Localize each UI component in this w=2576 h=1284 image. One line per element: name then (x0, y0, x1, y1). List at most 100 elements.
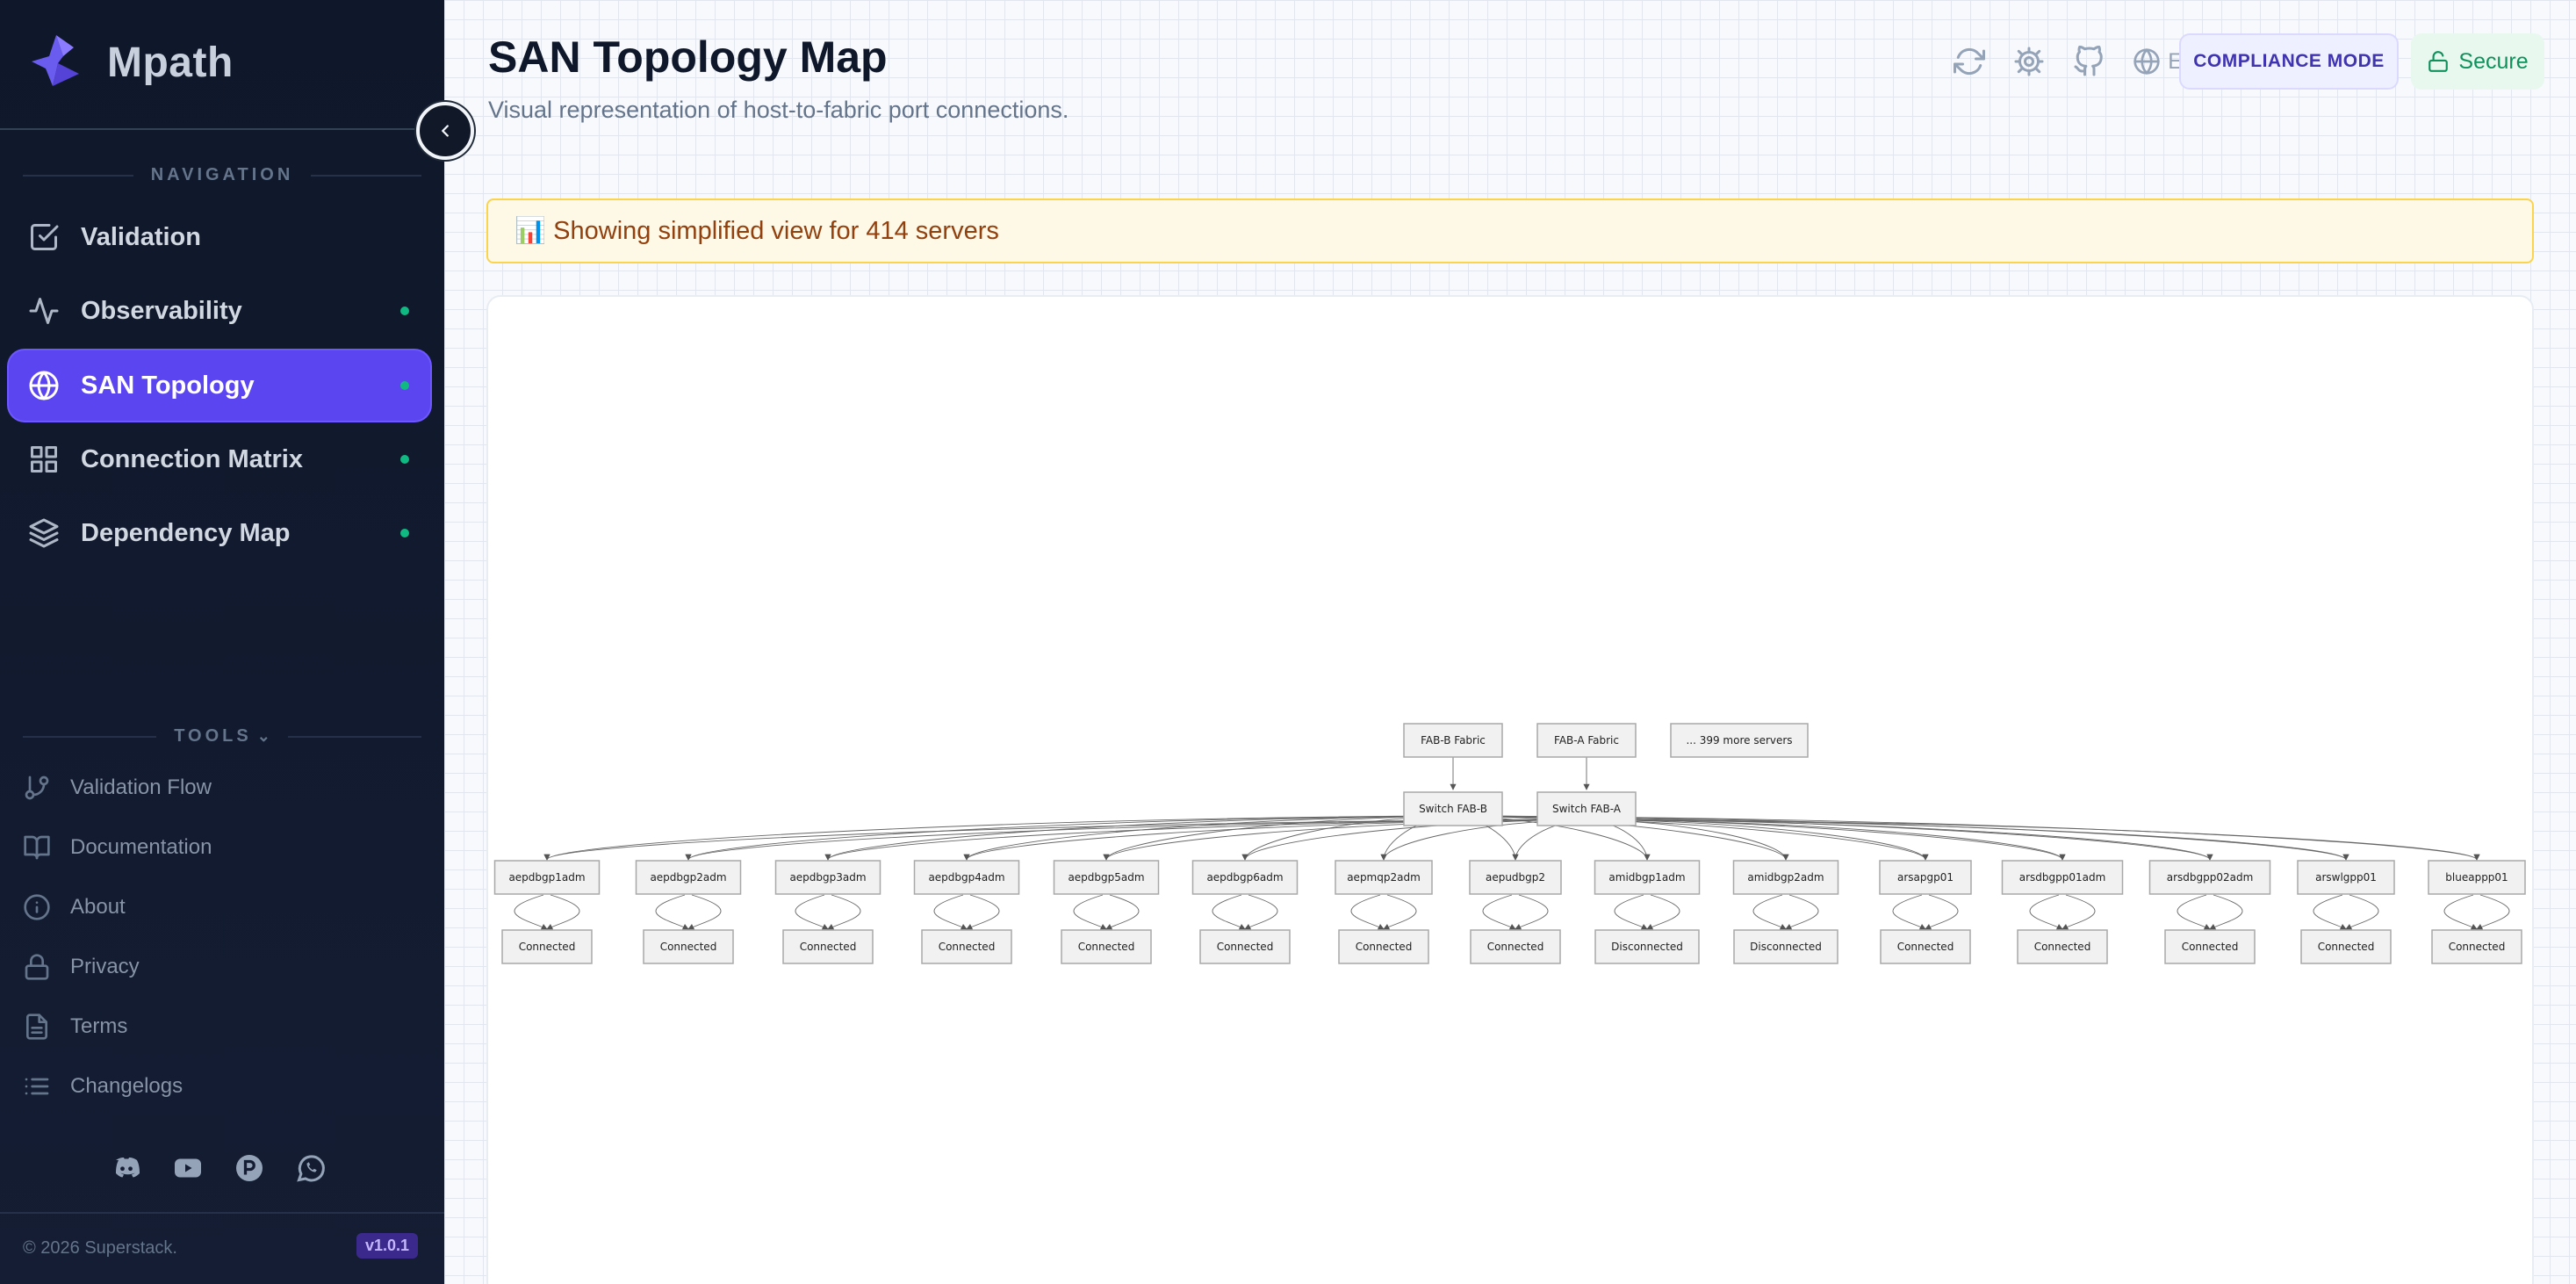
settings-icon[interactable] (2013, 46, 2045, 77)
tool-terms[interactable]: Terms (23, 1005, 409, 1049)
more-servers-node[interactable]: ... 399 more servers (1670, 723, 1809, 758)
server-node[interactable]: blueappp01 (2428, 860, 2526, 895)
node-label: Connected (2318, 941, 2375, 953)
status-node[interactable]: Connected (1338, 929, 1429, 964)
tool-label: About (70, 895, 126, 919)
status-node[interactable]: Connected (1880, 929, 1971, 964)
tool-changelogs[interactable]: Changelogs (23, 1064, 409, 1108)
server-node[interactable]: arsdbgpp01adm (2001, 860, 2124, 895)
node-label: Connected (1356, 941, 1413, 953)
server-node[interactable]: aepudbgp2 (1469, 860, 1562, 895)
server-node[interactable]: aepmqp2adm (1335, 860, 1433, 895)
server-node[interactable]: amidbgp2adm (1732, 860, 1839, 895)
github-icon[interactable] (2073, 46, 2105, 77)
node-label: Disconnected (1750, 941, 1822, 953)
server-node[interactable]: aepdbgp1adm (493, 860, 601, 895)
server-node[interactable]: arsdbgpp02adm (2148, 860, 2271, 895)
node-label: Connected (2034, 941, 2091, 953)
refresh-icon[interactable] (1954, 46, 1986, 77)
whatsapp-icon[interactable] (295, 1152, 327, 1184)
server-node[interactable]: arswlgpp01 (2297, 860, 2395, 895)
topology-graph[interactable]: FAB-B Fabric FAB-A Fabric ... 399 more ser… (488, 297, 2536, 1280)
chevron-down-icon: ⌄ (256, 727, 274, 745)
status-node[interactable]: Disconnected (1733, 929, 1838, 964)
fabric-node[interactable]: FAB-A Fabric (1536, 723, 1637, 758)
node-label: Connected (1487, 941, 1544, 953)
server-status-edge (2062, 894, 2096, 930)
grid-icon (31, 446, 57, 472)
topology-graph-card[interactable]: FAB-B Fabric FAB-A Fabric ... 399 more ser… (486, 295, 2534, 1284)
node-label: Connected (519, 941, 576, 953)
sidebar-item-label: Connection Matrix (81, 444, 303, 473)
activity-icon (29, 298, 59, 324)
node-label: aepudbgp2 (1486, 871, 1545, 884)
switch-server-edge (1586, 819, 2213, 861)
switch-node[interactable]: Switch FAB-B (1403, 791, 1503, 826)
server-node[interactable]: amidbgp1adm (1594, 860, 1701, 895)
tool-privacy[interactable]: Privacy (23, 945, 409, 989)
status-node[interactable]: Connected (2431, 929, 2522, 964)
status-dot (400, 529, 409, 537)
sidebar-item-connection-matrix[interactable]: Connection Matrix (9, 424, 430, 494)
server-status-edge (687, 894, 722, 930)
server-node[interactable]: arsapgp01 (1879, 860, 1972, 895)
switch-node[interactable]: Switch FAB-A (1536, 791, 1637, 826)
info-icon (24, 894, 50, 920)
node-label: aepdbgp4adm (928, 871, 1004, 884)
check-square-icon (31, 224, 59, 250)
lock-icon (25, 954, 49, 980)
sidebar-item-observability[interactable]: Observability (9, 276, 430, 346)
server-node[interactable]: aepdbgp2adm (635, 860, 742, 895)
banner-text: 📊 Showing simplified view for 414 server… (514, 217, 999, 245)
status-node[interactable]: Connected (1199, 929, 1291, 964)
tools-section-toggle[interactable]: TOOLS ⌄ (23, 726, 421, 747)
server-status-edge (2313, 894, 2347, 930)
server-node[interactable]: aepdbgp6adm (1191, 860, 1299, 895)
secure-status-button[interactable]: Secure (2411, 33, 2544, 90)
node-label: FAB-B Fabric (1421, 734, 1486, 747)
chevron-left-icon (442, 125, 449, 137)
globe-icon (2133, 48, 2160, 75)
node-label: aepdbgp2adm (650, 871, 726, 884)
sidebar-item-san-topology[interactable]: SAN Topology (9, 350, 430, 421)
node-label: Connected (939, 941, 996, 953)
server-node[interactable]: aepdbgp5adm (1053, 860, 1160, 895)
status-node[interactable]: Connected (921, 929, 1012, 964)
file-text-icon (26, 1013, 47, 1040)
sidebar-item-label: Observability (81, 296, 242, 325)
server-status-edge (1482, 894, 1516, 930)
status-node[interactable]: Connected (501, 929, 593, 964)
globe-icon (29, 371, 59, 400)
status-node[interactable]: Connected (2164, 929, 2256, 964)
status-node[interactable]: Disconnected (1594, 929, 1700, 964)
server-status-edge (2177, 894, 2211, 930)
tool-validation-flow[interactable]: Validation Flow (23, 766, 409, 810)
sidebar-item-dependency-map[interactable]: Dependency Map (9, 498, 430, 568)
status-node[interactable]: Connected (2300, 929, 2392, 964)
server-status-edge (795, 894, 829, 930)
brand[interactable]: Mpath (23, 30, 234, 95)
patreon-icon[interactable] (234, 1152, 265, 1184)
tool-documentation[interactable]: Documentation (23, 826, 409, 869)
sidebar-item-validation[interactable]: Validation (9, 202, 430, 272)
page-title: SAN Topology Map (488, 32, 888, 82)
server-status-edge (1752, 894, 1787, 930)
status-node[interactable]: Connected (1470, 929, 1561, 964)
server-node[interactable]: aepdbgp3adm (774, 860, 881, 895)
fabric-node[interactable]: FAB-B Fabric (1403, 723, 1503, 758)
youtube-icon[interactable] (172, 1152, 204, 1184)
status-node[interactable]: Connected (1061, 929, 1152, 964)
node-label: aepdbgp3adm (789, 871, 866, 884)
node-label: Connected (2182, 941, 2239, 953)
status-node[interactable]: Connected (643, 929, 734, 964)
divider (0, 128, 416, 130)
discord-icon[interactable] (111, 1152, 142, 1184)
status-node[interactable]: Connected (782, 929, 874, 964)
sidebar-collapse-button[interactable] (416, 102, 474, 160)
server-node[interactable]: aepdbgp4adm (913, 860, 1020, 895)
status-node[interactable]: Connected (2017, 929, 2108, 964)
node-label: aepmqp2adm (1347, 871, 1421, 884)
server-status-edge (2209, 894, 2243, 930)
compliance-mode-button[interactable]: COMPLIANCE MODE (2179, 33, 2399, 90)
tool-about[interactable]: About (23, 885, 409, 929)
